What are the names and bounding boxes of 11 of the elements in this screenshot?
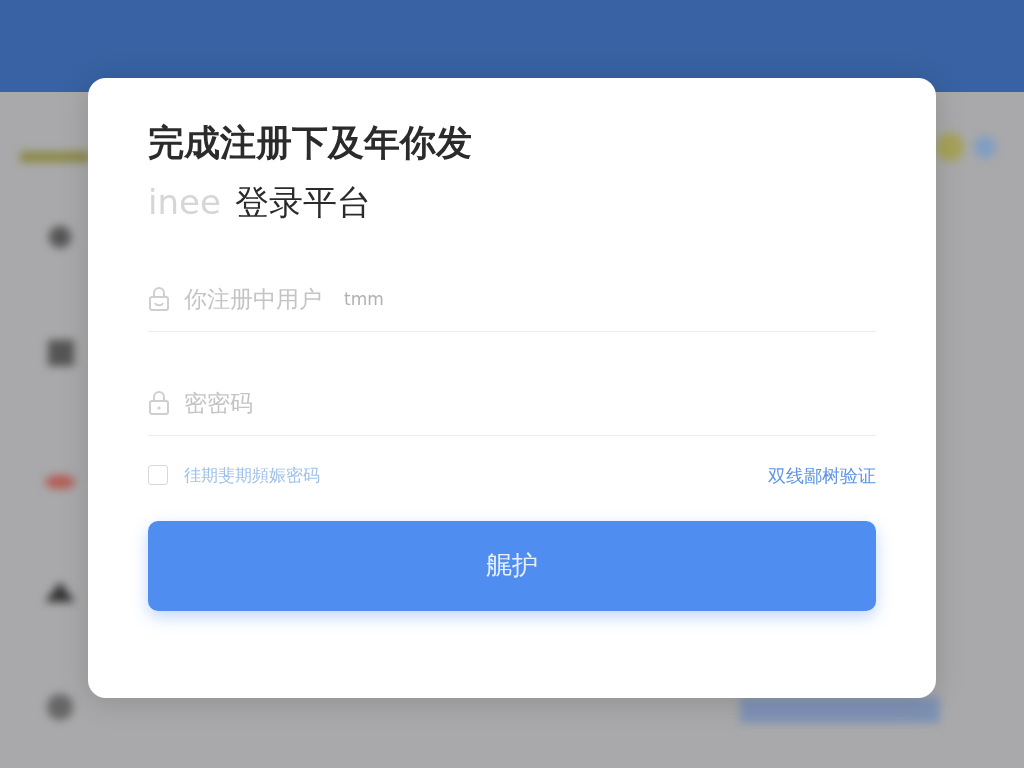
submit-button[interactable]: 艉护: [148, 520, 876, 611]
password-field[interactable]: 密密码: [182, 385, 876, 422]
dialog-subtitle: 登录平台: [234, 181, 371, 222]
checkbox-label: 徍期斐期頻娠密码: [184, 463, 320, 487]
lock-icon: [148, 390, 170, 417]
verify-link[interactable]: 双线鄙树验证: [768, 461, 876, 489]
user-lock-icon: [148, 286, 170, 313]
dialog-title: 完成注册下及年你发: [148, 121, 473, 165]
remember-checkbox[interactable]: [148, 465, 168, 486]
username-field[interactable]: 你注册中用户: [182, 281, 332, 318]
field-hint: tmm: [344, 287, 384, 311]
